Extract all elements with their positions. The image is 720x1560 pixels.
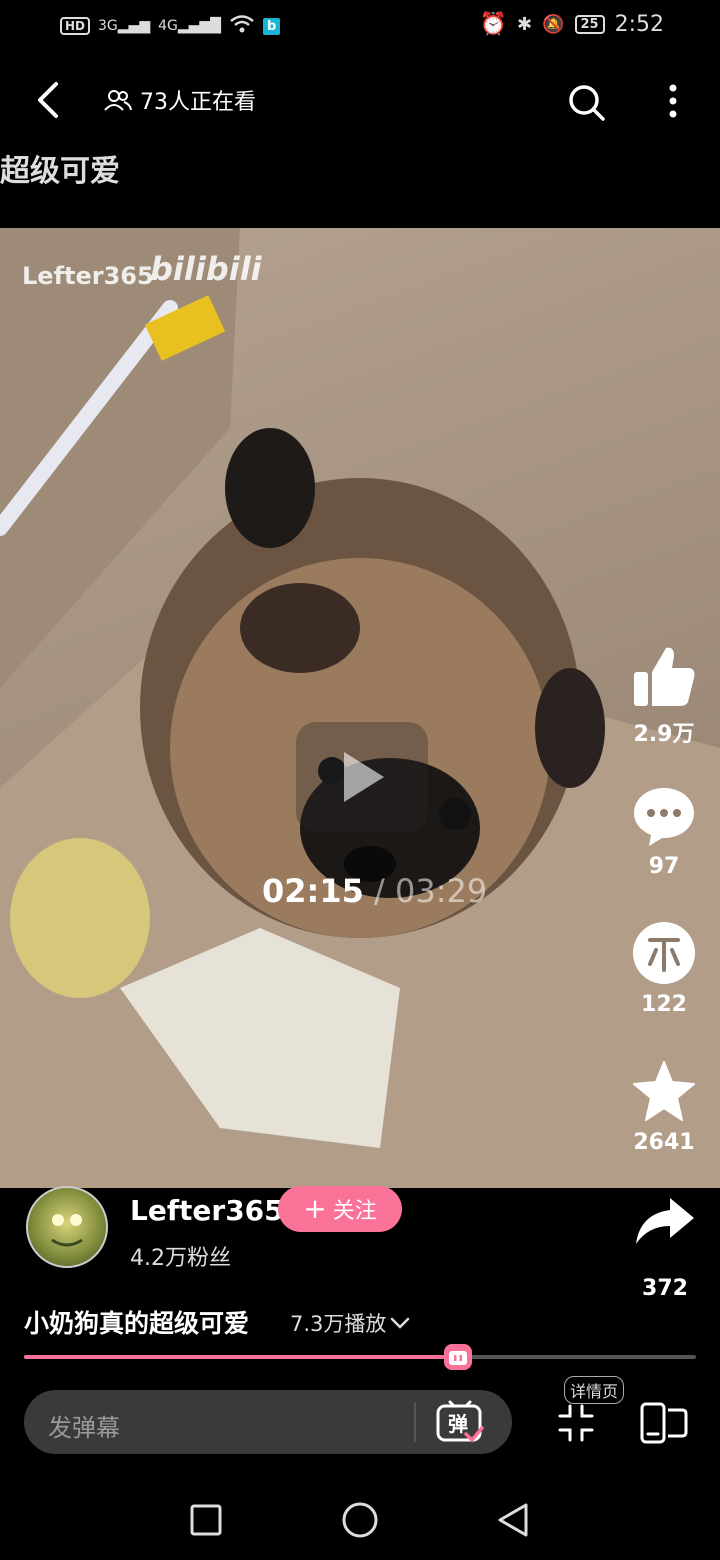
coin-count: 122 [641, 992, 687, 1017]
alarm-icon: ⏰ [479, 12, 507, 37]
share-arrow-icon [636, 1198, 694, 1244]
mute-bell-icon: 🔕 [542, 14, 565, 35]
recent-apps-button[interactable] [186, 1500, 226, 1540]
search-icon [569, 85, 605, 121]
video-frame-puppy [0, 228, 720, 1188]
favorite-button[interactable]: 2641 [624, 1060, 704, 1155]
status-bar: HD 3G▂▄▆ 4G▂▄▆█ b ⏰ ✱ 🔕 25 2:52 [0, 0, 720, 56]
circle-icon [342, 1502, 378, 1538]
like-count: 2.9万 [633, 722, 695, 747]
video-title: 小奶狗真的超级可爱 [24, 1309, 250, 1338]
follow-button[interactable]: + 关注 [278, 1186, 402, 1232]
uploader-avatar[interactable] [26, 1186, 108, 1268]
like-button[interactable]: 2.9万 [624, 644, 704, 748]
network-type-label: 4G [158, 18, 178, 34]
playback-time: 02:15 / 03:29 [262, 872, 487, 910]
switch-orientation-button[interactable] [640, 1402, 688, 1444]
star-icon [633, 1061, 695, 1121]
tv-thumb-icon [449, 1351, 467, 1365]
screen-switch-icon [640, 1402, 688, 1444]
comment-button[interactable]: 97 [624, 784, 704, 879]
progress-thumb[interactable] [444, 1344, 472, 1370]
share-count: 372 [642, 1276, 688, 1301]
home-button[interactable] [340, 1500, 380, 1540]
bluetooth-icon: ✱ [516, 14, 533, 35]
comment-count: 97 [648, 854, 680, 879]
more-vertical-icon [669, 84, 677, 118]
comment-icon [634, 788, 694, 846]
people-icon [104, 90, 132, 111]
back-button[interactable] [30, 80, 70, 120]
search-button[interactable] [566, 82, 606, 122]
avatar-image [51, 1214, 83, 1247]
progress-fill [24, 1355, 458, 1359]
square-icon [190, 1504, 222, 1536]
plus-icon: + [303, 1192, 327, 1225]
follower-count: 4.2万粉丝 [130, 1246, 231, 1271]
danmaku-toggle-label: 弹 [448, 1412, 468, 1436]
viewer-count: 73人正在看 [104, 84, 256, 116]
signal-icon-3g: 3G▂▄▆ [98, 18, 151, 34]
collapse-icon [558, 1404, 594, 1442]
viewer-count-text: 73人正在看 [140, 90, 256, 115]
favorite-count: 2641 [633, 1130, 695, 1155]
wifi-icon [229, 14, 255, 38]
coin-icon [633, 922, 695, 984]
more-options-button[interactable] [658, 82, 688, 122]
thumbs-up-icon [634, 647, 695, 706]
coin-button[interactable]: 122 [624, 920, 704, 1017]
watermark-username: Lefter365 [22, 262, 154, 290]
current-time: 02:15 [262, 872, 364, 910]
play-count: 7.3万播放 [290, 1312, 387, 1336]
page-title: 超级可爱 [0, 154, 120, 189]
triangle-back-icon [498, 1503, 528, 1537]
detail-page-label[interactable]: 详情页 [564, 1376, 625, 1404]
play-icon [344, 752, 384, 802]
back-arrow-icon [38, 82, 58, 118]
network-type-label: 3G [98, 18, 118, 34]
bilibili-notification-icon: b [262, 17, 281, 35]
chevron-down-icon [391, 1317, 410, 1329]
signal-icon-4g: 4G▂▄▆█ [158, 18, 221, 34]
danmaku-toggle-button[interactable]: 弹 [436, 1400, 484, 1444]
uploader-name[interactable]: Lefter365 [130, 1194, 284, 1227]
video-player[interactable] [0, 228, 720, 1188]
battery-icon: 25 [574, 15, 605, 34]
play-count-dropdown[interactable]: 7.3万播放 [290, 1308, 410, 1338]
hd-badge: HD [60, 17, 91, 35]
share-button[interactable] [630, 1196, 700, 1250]
watermark-bilibili-logo: bilibili [150, 250, 262, 288]
divider [414, 1402, 416, 1442]
play-button[interactable] [296, 722, 428, 832]
clock: 2:52 [614, 12, 664, 37]
total-time: / 03:29 [363, 872, 488, 910]
follow-label: 关注 [332, 1199, 377, 1224]
danmaku-placeholder: 发弹幕 [48, 1414, 120, 1442]
nav-back-button[interactable] [494, 1500, 534, 1540]
exit-fullscreen-button[interactable] [558, 1402, 594, 1444]
